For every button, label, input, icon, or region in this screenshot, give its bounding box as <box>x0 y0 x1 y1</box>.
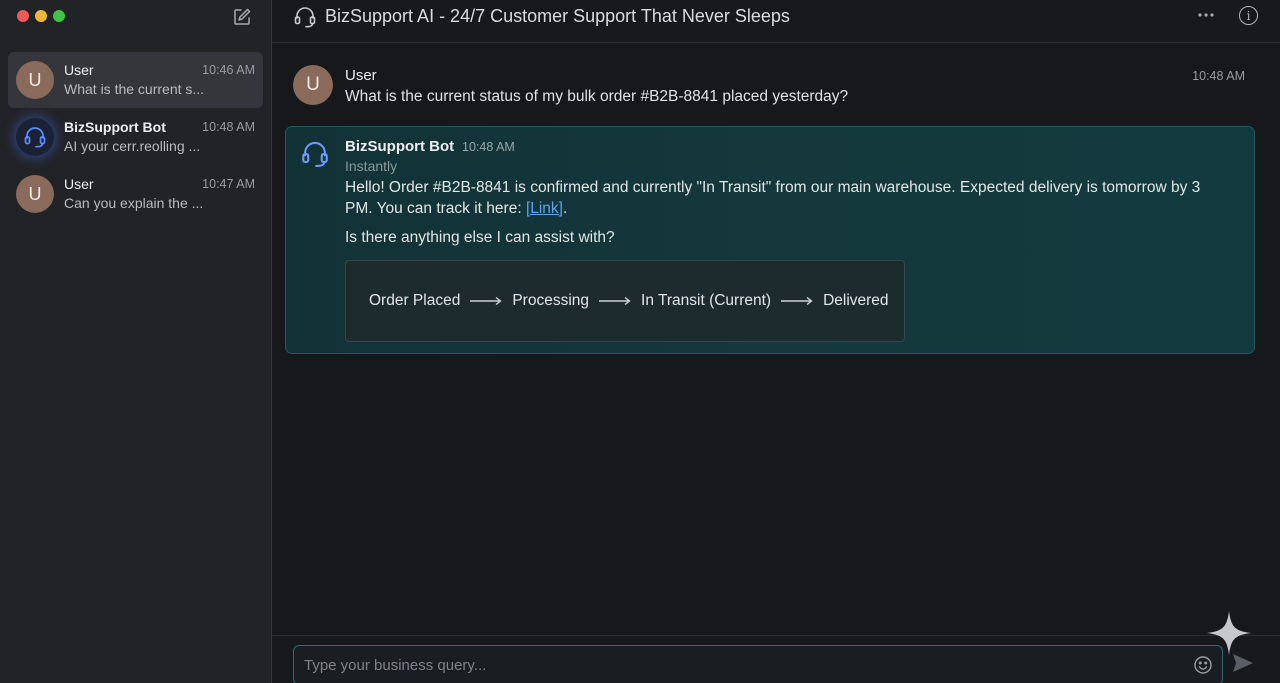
avatar: U <box>16 61 54 99</box>
more-options-button[interactable] <box>1196 4 1216 29</box>
info-icon: i <box>1246 8 1251 23</box>
arrow-right-icon <box>470 296 502 306</box>
conversation-time: 10:46 AM <box>202 63 255 77</box>
sender-name: BizSupport Bot <box>345 138 455 155</box>
headset-icon <box>302 141 328 167</box>
new-chat-button[interactable] <box>231 6 253 28</box>
bot-message: BizSupport Bot 10:48 AM Instantly Hello!… <box>285 126 1255 354</box>
conversation-name: BizSupport Bot <box>64 119 166 135</box>
conversation-preview: Can you explain the ... <box>64 195 204 211</box>
conversation-time: 10:48 AM <box>202 120 255 134</box>
composer-bar <box>272 635 1280 683</box>
close-window-button[interactable] <box>17 10 29 22</box>
follow-up-question: Is there anything else I can assist with… <box>345 229 615 246</box>
message-text: What is the current status of my bulk or… <box>345 88 849 105</box>
conversation-name: User <box>64 176 94 192</box>
message-text-suffix: . <box>563 200 568 217</box>
conversation-list: U User 10:46 AM What is the current s...… <box>8 52 263 223</box>
page-title: BizSupport AI - 24/7 Customer Support Th… <box>325 6 790 26</box>
sidebar: U User 10:46 AM What is the current s...… <box>0 0 272 683</box>
tracker-step-current: In Transit (Current) <box>641 292 772 309</box>
info-button[interactable]: i <box>1239 6 1258 25</box>
sender-name: User <box>345 67 377 84</box>
minimize-window-button[interactable] <box>35 10 47 22</box>
user-message: U User 10:48 AM What is the current stat… <box>293 65 1253 115</box>
sparkle-icon <box>1207 611 1251 655</box>
conversation-item[interactable]: U User 10:47 AM Can you explain the ... <box>8 166 263 222</box>
message-input[interactable] <box>304 652 1174 678</box>
avatar: U <box>293 65 333 105</box>
avatar: U <box>16 175 54 213</box>
ellipsis-icon <box>1198 13 1214 17</box>
chat-header: BizSupport AI - 24/7 Customer Support Th… <box>272 0 1280 43</box>
compose-icon <box>234 8 251 25</box>
conversation-time: 10:47 AM <box>202 177 255 191</box>
bot-avatar <box>16 118 54 156</box>
emoji-icon[interactable] <box>1193 655 1213 675</box>
tracker-step: Order Placed <box>369 292 461 309</box>
headset-icon <box>294 7 316 28</box>
order-status-tracker: Order Placed Processing In Transit (Curr… <box>345 260 905 342</box>
tracker-step: Processing <box>512 292 590 309</box>
conversation-preview: AI your cerr.reolling ... <box>64 138 201 154</box>
arrow-right-icon <box>599 296 631 306</box>
composer <box>293 645 1223 683</box>
headset-icon <box>24 127 46 148</box>
conversation-item[interactable]: U User 10:46 AM What is the current s... <box>8 52 263 108</box>
message-time: 10:48 AM <box>462 140 515 154</box>
maximize-window-button[interactable] <box>53 10 65 22</box>
conversation-name: User <box>64 62 94 78</box>
arrow-right-icon <box>781 296 813 306</box>
window-controls <box>17 10 65 22</box>
conversation-item[interactable]: BizSupport Bot 10:48 AM AI your cerr.reo… <box>8 109 263 165</box>
tracking-link[interactable]: [Link] <box>526 200 563 217</box>
tracker-step: Delivered <box>823 292 889 309</box>
response-speed-label: Instantly <box>345 158 398 174</box>
message-text-prefix: Hello! Order #B2B-8841 is confirmed and … <box>345 179 1201 217</box>
conversation-preview: What is the current s... <box>64 81 205 97</box>
message-time: 10:48 AM <box>1192 69 1245 83</box>
message-text: Hello! Order #B2B-8841 is confirmed and … <box>345 177 1230 219</box>
